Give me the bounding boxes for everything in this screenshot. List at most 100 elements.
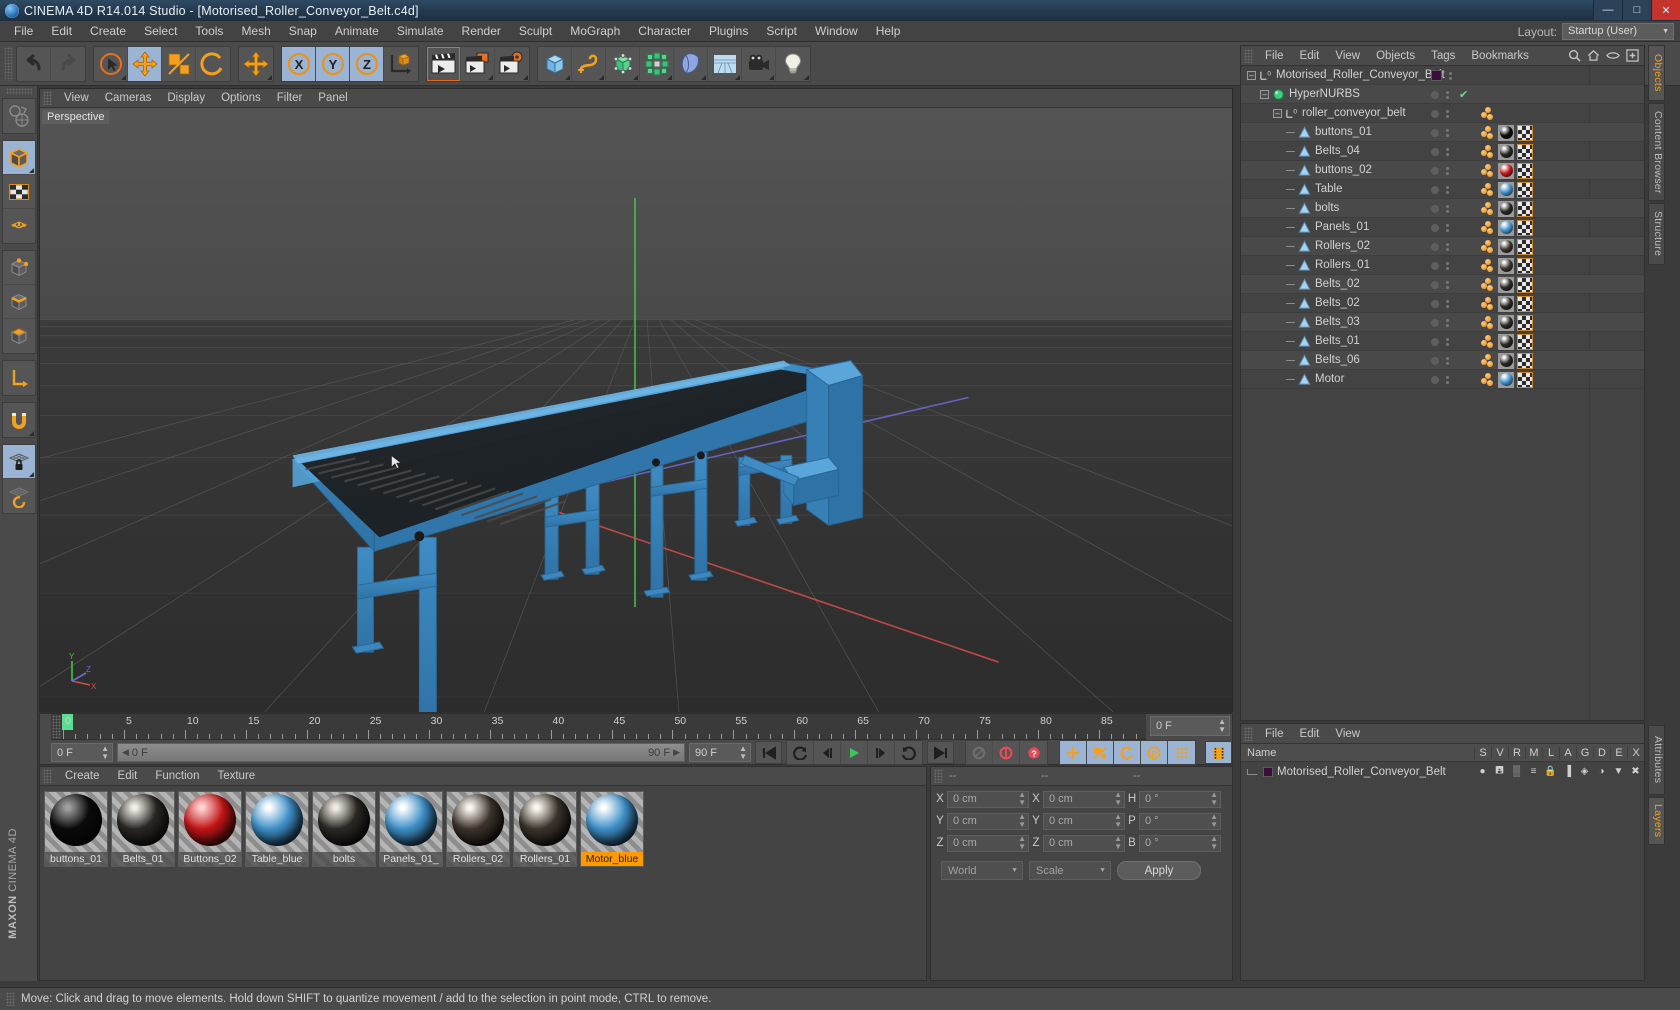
material-tag[interactable] [1498,181,1514,198]
editor-visibility-dot[interactable] [1431,375,1439,384]
left-toolbar-grip[interactable] [5,88,32,95]
coordinate-mode-select[interactable]: Scale ▼ [1029,861,1111,880]
object-row[interactable]: buttons_01 [1241,123,1644,142]
object-visibility-dots[interactable] [1431,199,1473,218]
object-menu-objects[interactable]: Objects [1368,46,1423,66]
object-visibility-dots[interactable] [1431,275,1473,294]
texture-selection-tag[interactable] [1517,200,1533,217]
material-tag[interactable] [1498,143,1514,160]
render-visibility-dots[interactable] [1446,147,1449,156]
undo-button[interactable] [17,46,51,81]
render-visibility-dots[interactable] [1446,185,1449,194]
render-visibility-dots[interactable] [1446,90,1449,99]
editor-visibility-dot[interactable] [1431,280,1439,289]
layer-column-g[interactable]: G [1576,746,1593,759]
texture-selection-tag[interactable] [1517,276,1533,293]
redo-button[interactable] [51,47,85,81]
orange-tag-dots-icon[interactable] [1481,239,1495,255]
search-icon[interactable] [1568,49,1581,62]
viewport-menu-display[interactable]: Display [159,89,213,108]
editor-visibility-dot[interactable] [1431,242,1439,251]
timeline-start-field[interactable]: 0 F ▲ ▼ [51,743,113,762]
material-menu-create[interactable]: Create [56,767,109,786]
menu-create[interactable]: Create [81,21,135,42]
texture-selection-tag[interactable] [1517,162,1533,179]
orange-tag-dots-icon[interactable] [1481,163,1495,179]
menu-sculpt[interactable]: Sculpt [510,21,561,42]
viewport-menu-cameras[interactable]: Cameras [97,89,160,108]
object-row[interactable]: – 0 roller_conveyor_belt [1241,104,1644,123]
menu-render[interactable]: Render [453,21,510,42]
timeline-film-button[interactable] [1205,741,1232,764]
texture-selection-tag[interactable] [1517,314,1533,331]
viewport-grip[interactable] [43,91,52,105]
layer-row[interactable]: Motorised_Roller_Conveyor_Belt ● 🖪 ▒ ≡ 🔒 ▐ ◈ ◑ ▼ ✖ [1241,762,1644,781]
layer-toggle-d[interactable]: ◑ [1593,766,1610,777]
enable-snap-button[interactable] [3,403,35,437]
layer-toggle-g[interactable]: ◈ [1576,766,1593,777]
add-spline-button[interactable] [572,46,606,81]
object-visibility-dots[interactable] [1431,218,1473,237]
material-menu-edit[interactable]: Edit [109,767,147,786]
spinner-icon[interactable]: ▲ ▼ [1114,835,1122,851]
layer-toggle-x[interactable]: ✖ [1627,766,1644,777]
coordinate-manager-grip[interactable] [934,769,943,783]
record-rotation-button[interactable] [1114,741,1141,764]
timeline-ruler[interactable]: 051015202530354045505560657075808590 [51,714,1146,740]
layer-color-swatch[interactable] [1431,70,1442,81]
material-tag[interactable] [1498,124,1514,141]
object-manager-grip[interactable] [1244,48,1253,63]
texture-selection-tag[interactable] [1517,371,1533,388]
coordinate-input-size-x[interactable]: 0 cm ▲ ▼ [1043,790,1125,808]
object-visibility-dots[interactable] [1431,142,1473,161]
orange-tag-dots-icon[interactable] [1481,144,1495,160]
record-position-button[interactable] [1060,741,1087,764]
material-tag[interactable] [1498,352,1514,369]
object-row[interactable]: Table [1241,180,1644,199]
material-swatch[interactable]: Table_blue [245,791,309,867]
scale-tool-button[interactable] [162,46,196,81]
render-visibility-dots[interactable] [1446,109,1449,118]
record-active-objects-button[interactable] [993,741,1020,764]
render-visibility-dots[interactable] [1446,337,1449,346]
menu-mesh[interactable]: Mesh [232,21,279,42]
object-visibility-dots[interactable] [1431,66,1473,85]
add-cube-button[interactable] [538,46,572,81]
object-menu-edit[interactable]: Edit [1292,46,1328,66]
orange-tag-dots-icon[interactable] [1481,277,1495,293]
side-tab-structure[interactable]: Structure [1648,203,1665,265]
material-tag[interactable] [1498,257,1514,274]
object-visibility-dots[interactable] [1431,313,1473,332]
layer-menu-edit[interactable]: Edit [1292,724,1328,744]
add-camera-button[interactable] [742,46,776,81]
editor-visibility-dot[interactable] [1431,128,1439,137]
spinner-icon[interactable]: ▲ ▼ [1018,813,1026,829]
object-row[interactable]: Rollers_02 [1241,237,1644,256]
spinner-icon[interactable]: ▲ ▼ [1210,813,1218,829]
material-swatch[interactable]: Rollers_02 [446,791,510,867]
render-visibility-dots[interactable] [1446,375,1449,384]
spinner-icon[interactable]: ▲ ▼ [739,744,747,761]
layer-menu-file[interactable]: File [1257,724,1292,744]
viewport-menu-filter[interactable]: Filter [269,89,311,108]
orange-tag-dots-icon[interactable] [1481,372,1495,388]
viewport-menu-options[interactable]: Options [213,89,269,108]
layer-color-swatch[interactable] [1263,766,1273,777]
coordinate-input-size-y[interactable]: 0 cm ▲ ▼ [1043,812,1125,830]
orange-tag-dots-icon[interactable] [1481,220,1495,236]
object-visibility-dots[interactable] [1431,237,1473,256]
object-row[interactable]: Belts_03 [1241,313,1644,332]
texture-selection-tag[interactable] [1517,143,1533,160]
spinner-icon[interactable]: ▲ ▼ [1114,791,1122,807]
lock-workplane-button[interactable] [2,445,35,479]
apply-button[interactable]: Apply [1117,861,1201,880]
menu-help[interactable]: Help [867,21,910,42]
orange-tag-dots-icon[interactable] [1481,258,1495,274]
axis-mode-button[interactable] [3,361,35,395]
object-row[interactable]: buttons_02 [1241,161,1644,180]
texture-mode-button[interactable] [2,175,35,209]
editor-visibility-dot[interactable] [1431,337,1439,346]
previous-keyframe-button[interactable] [787,741,814,764]
coordinate-input-rotation-h[interactable]: 0 ° ▲ ▼ [1139,790,1221,808]
menu-window[interactable]: Window [806,21,867,42]
